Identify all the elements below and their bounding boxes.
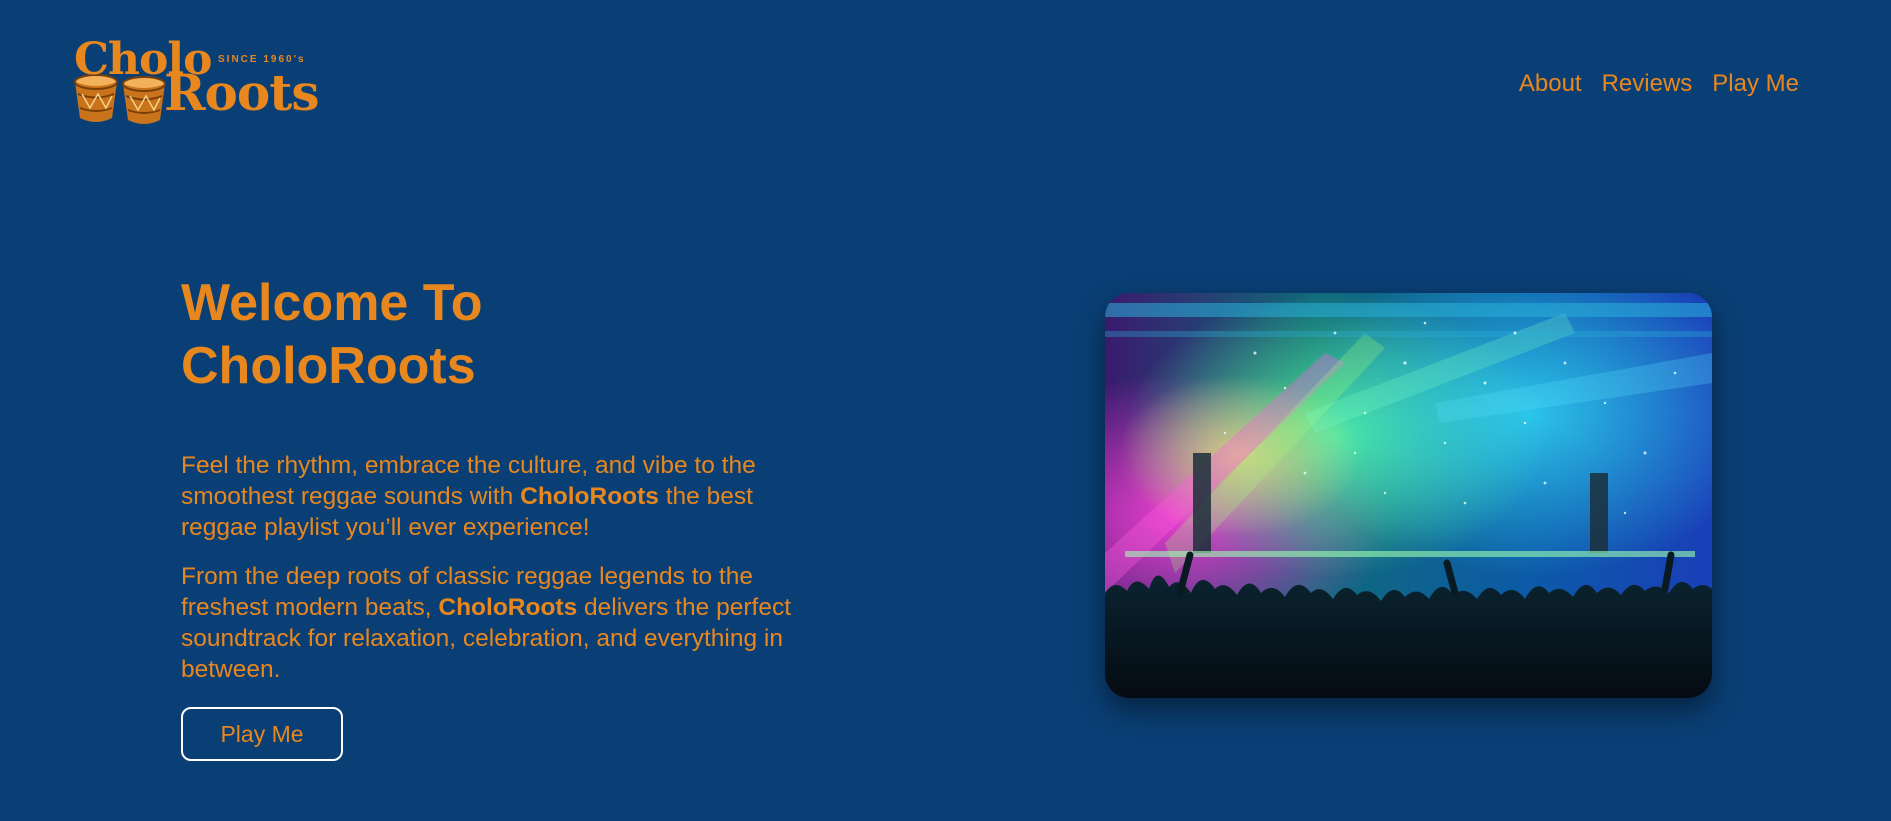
nav-link-reviews[interactable]: Reviews [1602, 70, 1693, 98]
concert-photo-illustration [1105, 293, 1712, 698]
hero-paragraph-1: Feel the rhythm, embrace the culture, an… [181, 450, 801, 543]
hero-section: Welcome To CholoRoots Feel the rhythm, e… [181, 272, 801, 761]
hero-title: Welcome To CholoRoots [181, 274, 483, 395]
logo[interactable]: Cholo SINCE 1960's Roots [72, 38, 322, 128]
play-me-button[interactable]: Play Me [181, 707, 343, 761]
main-nav: About Reviews Play Me [1519, 70, 1799, 98]
logo-word-roots: Roots [164, 63, 319, 122]
hero-paragraph-1-brand: CholoRoots [520, 483, 659, 510]
nav-link-about[interactable]: About [1519, 70, 1582, 98]
hero-paragraph-2: From the deep roots of classic reggae le… [181, 561, 801, 685]
hero-paragraph-2-brand: CholoRoots [438, 594, 578, 621]
nav-link-play-me[interactable]: Play Me [1712, 70, 1799, 98]
site-header: Cholo SINCE 1960's Roots About Reviews P… [0, 0, 1891, 150]
concert-hero-image [1105, 293, 1712, 698]
